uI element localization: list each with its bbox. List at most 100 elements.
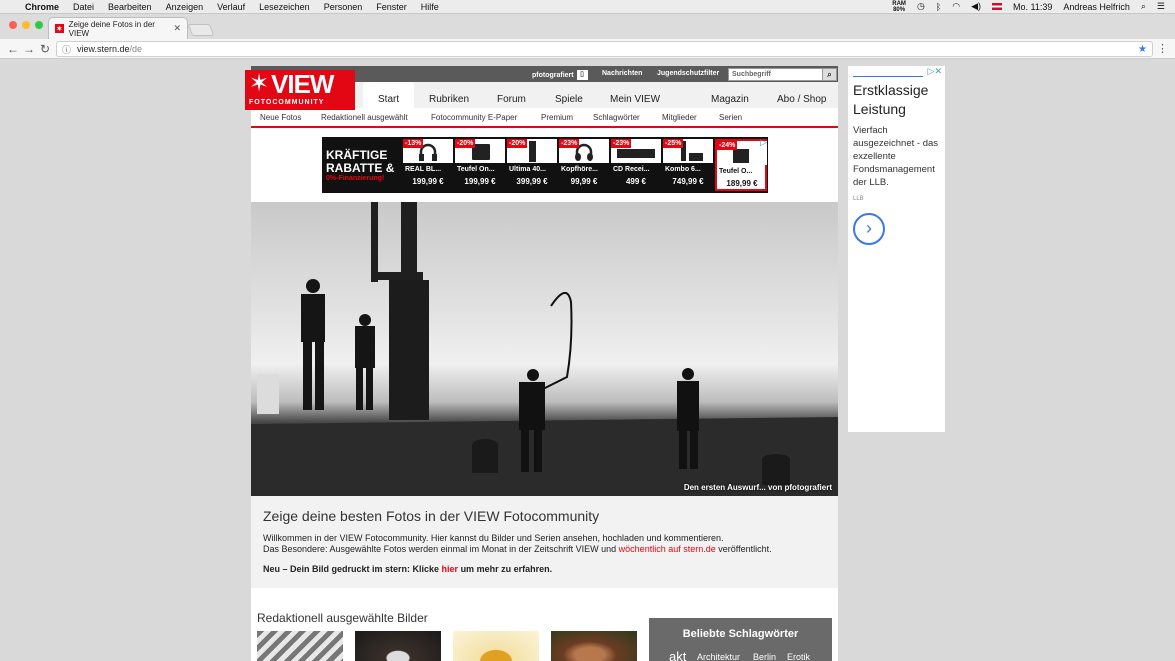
site-container: pfotografiert ▯ Nachrichten Jugendschutzf… <box>251 66 838 661</box>
tab-close-icon[interactable]: ✕ <box>173 23 181 34</box>
menu-lesezeichen[interactable]: Lesezeichen <box>259 2 310 12</box>
keyboard-flag-icon[interactable] <box>991 3 1002 10</box>
ad-next-chevron-icon[interactable]: › <box>853 213 885 245</box>
banner-product-price: 199,99 € <box>464 177 496 186</box>
thumbnail-image[interactable] <box>355 631 441 661</box>
tag-link[interactable]: Berlin <box>753 652 776 661</box>
search-input[interactable]: Suchbegriff ⌕ <box>728 68 837 81</box>
adchoices-icon[interactable]: ▷ <box>760 137 767 148</box>
menu-bearbeiten[interactable]: Bearbeiten <box>108 2 152 12</box>
nav-forum[interactable]: Forum <box>497 94 526 105</box>
subnav-neue-fotos[interactable]: Neue Fotos <box>260 113 301 122</box>
thumbnail-image[interactable] <box>551 631 637 661</box>
banner-discount: -20% <box>507 139 528 148</box>
ram-indicator[interactable]: RAM 80% <box>881 1 906 13</box>
subnav-serien[interactable]: Serien <box>719 113 742 122</box>
banner-product-price: 99,99 € <box>570 177 598 186</box>
banner-product[interactable]: -20% Teufel On... 199,99 € <box>455 139 505 191</box>
user-photo-icon: ▯ <box>576 70 588 80</box>
new-tab-button[interactable] <box>187 24 215 36</box>
banner-discount: -13% <box>403 139 424 148</box>
tag-link[interactable]: akt <box>669 649 686 661</box>
tag-link[interactable]: Erotik <box>787 652 810 661</box>
browser-tab[interactable]: ✶ Zeige deine Fotos in der VIEW ✕ <box>48 17 188 39</box>
sub-nav: Neue Fotos Redaktionell ausgewählt Fotoc… <box>251 108 838 128</box>
tab-title: Zeige deine Fotos in der VIEW <box>68 19 155 38</box>
menu-datei[interactable]: Datei <box>73 2 94 12</box>
nav-rubriken[interactable]: Rubriken <box>429 94 469 105</box>
hero-caption[interactable]: Den ersten Auswurf... von pfotografiert <box>684 483 832 492</box>
window-zoom-button[interactable] <box>35 21 43 29</box>
menu-user[interactable]: Andreas Helfrich <box>1063 2 1130 12</box>
menu-app-name[interactable]: Chrome <box>25 2 59 12</box>
time-machine-icon[interactable]: ◷ <box>917 1 925 12</box>
site-logo[interactable]: ✶ VIEW FOTOCOMMUNITY <box>245 70 355 110</box>
sidebar-ad[interactable]: ▷✕ Erstklassige Leistung Vierfach ausgez… <box>848 66 945 432</box>
popular-tags-box: Beliebte Schlagwörter akt Architektur Be… <box>649 618 832 661</box>
ad-banner[interactable]: KRÄFTIGE RABATTE & 0%-Finanzierung! -13% … <box>322 137 768 193</box>
banner-product-name: Teufel O... <box>719 168 753 175</box>
reload-icon[interactable]: ↻ <box>40 42 50 56</box>
subnav-epaper[interactable]: Fotocommunity E-Paper <box>431 113 517 122</box>
print-info-link[interactable]: hier <box>442 564 459 574</box>
nav-start[interactable]: Start <box>378 94 399 105</box>
bluetooth-icon[interactable]: ᛒ <box>936 2 941 12</box>
thumbnail-image[interactable] <box>453 631 539 661</box>
banner-headline-1: KRÄFTIGE <box>326 148 388 162</box>
topbar-nachrichten[interactable]: Nachrichten <box>602 70 642 77</box>
menu-hilfe[interactable]: Hilfe <box>421 2 439 12</box>
url-host: view.stern.de <box>77 44 130 54</box>
ad-headline: Erstklassige Leistung <box>853 82 929 117</box>
subnav-schlagwoerter[interactable]: Schlagwörter <box>593 113 640 122</box>
intro-line-2-post: veröffentlicht. <box>715 544 772 554</box>
adchoices-close-icon[interactable]: ▷✕ <box>928 66 942 77</box>
banner-product[interactable]: -23% Kopfhöre... 99,99 € <box>559 139 609 191</box>
chrome-menu-icon[interactable]: ⋮ <box>1157 42 1168 55</box>
topbar-jugendschutz[interactable]: Jugendschutzfilter <box>657 70 719 77</box>
window-close-button[interactable] <box>9 21 17 29</box>
nav-mein-view[interactable]: Mein VIEW <box>610 94 660 105</box>
wifi-icon[interactable]: ◠ <box>952 1 960 12</box>
banner-product[interactable]: -20% Ultima 40... 399,99 € <box>507 139 557 191</box>
banner-product-name: CD Recei... <box>613 166 650 173</box>
ad-body: Vierfach ausgezeichnet - das exzellente … <box>853 125 939 188</box>
subnav-premium[interactable]: Premium <box>541 113 573 122</box>
notification-center-icon[interactable]: ☰ <box>1157 1 1165 12</box>
address-bar[interactable]: ⓘ view.stern.de/de ★ <box>56 41 1153 57</box>
browser-toolbar: ← → ↻ ⓘ view.stern.de/de ★ ⋮ <box>0 39 1175 59</box>
banner-discount: -24% <box>717 141 738 150</box>
stern-weekly-link[interactable]: wöchentlich auf stern.de <box>619 544 716 554</box>
tag-link[interactable]: Architektur <box>697 652 740 661</box>
banner-headline-2: RABATTE & <box>326 161 395 175</box>
volume-icon[interactable]: ◀) <box>971 1 981 12</box>
nav-spiele[interactable]: Spiele <box>555 94 583 105</box>
banner-product[interactable]: -13% REAL BL... 199,99 € <box>403 139 453 191</box>
menu-anzeigen[interactable]: Anzeigen <box>166 2 204 12</box>
banner-product-name: Ultima 40... <box>509 166 546 173</box>
nav-abo-shop[interactable]: Abo / Shop <box>777 94 826 105</box>
intro-line-2-pre: Das Besondere: Ausgewählte Fotos werden … <box>263 544 619 554</box>
intro-line-2: Das Besondere: Ausgewählte Fotos werden … <box>263 544 772 554</box>
menu-fenster[interactable]: Fenster <box>376 2 407 12</box>
menu-personen[interactable]: Personen <box>324 2 363 12</box>
banner-product-name: REAL BL... <box>405 166 442 173</box>
search-placeholder: Suchbegriff <box>732 71 771 78</box>
thumbnail-image[interactable] <box>257 631 343 661</box>
back-arrow-icon[interactable]: ← <box>7 42 19 56</box>
subnav-redaktionell[interactable]: Redaktionell ausgewählt <box>321 113 408 122</box>
search-icon[interactable]: ⌕ <box>822 69 836 80</box>
spotlight-icon[interactable]: ⌕ <box>1141 1 1146 12</box>
forward-arrow-icon[interactable]: → <box>23 42 35 56</box>
menu-verlauf[interactable]: Verlauf <box>217 2 245 12</box>
window-minimize-button[interactable] <box>22 21 30 29</box>
fishermen-silhouette-image <box>251 202 838 496</box>
nav-magazin[interactable]: Magazin <box>711 94 749 105</box>
topbar-user-link[interactable]: pfotografiert ▯ <box>532 70 588 80</box>
info-icon[interactable]: ⓘ <box>62 43 71 56</box>
menu-clock[interactable]: Mo. 11:39 <box>1013 2 1052 12</box>
banner-product[interactable]: -23% CD Recei... 499 € <box>611 139 661 191</box>
bookmark-star-icon[interactable]: ★ <box>1138 44 1147 55</box>
banner-product[interactable]: -25% Kombo 6... 749,99 € <box>663 139 713 191</box>
subnav-mitglieder[interactable]: Mitglieder <box>662 113 697 122</box>
hero-photo[interactable]: Den ersten Auswurf... von pfotografiert <box>251 202 838 496</box>
